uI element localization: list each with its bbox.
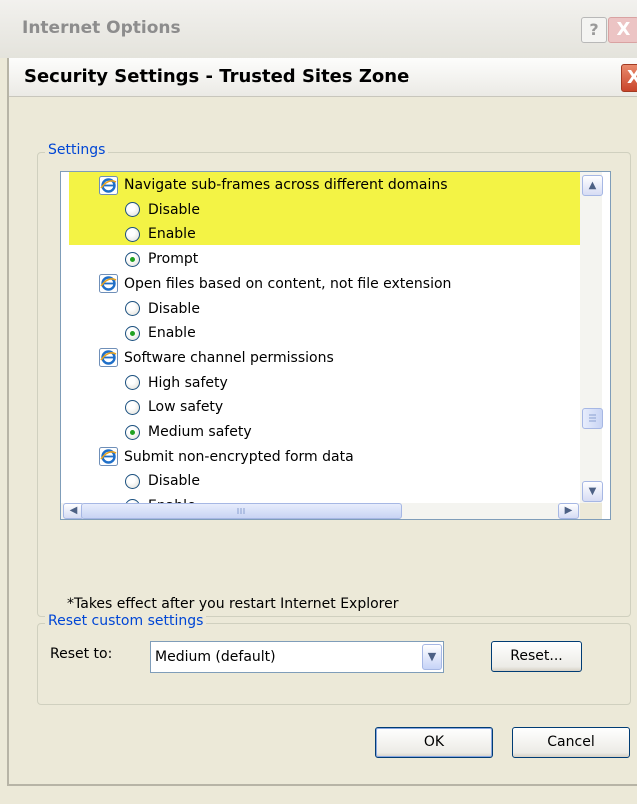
setting-option-label: Disable [148,201,200,218]
setting-category-label: Submit non-encrypted form data [124,448,354,465]
setting-category-label: Software channel permissions [124,349,334,366]
horizontal-scrollbar[interactable]: ◀ ▶ [61,503,580,519]
radio-unselected[interactable] [125,202,140,218]
setting-option[interactable]: Enable [125,321,196,345]
radio-unselected[interactable] [125,301,140,316]
setting-option-label: Enable [148,226,196,243]
setting-option[interactable]: Medium safety [125,420,252,444]
setting-option[interactable]: Disable [125,469,200,493]
vertical-scroll-thumb[interactable] [582,408,603,429]
scroll-up-button[interactable]: ▲ [582,175,603,196]
setting-option-label: Prompt [148,251,199,268]
help-button[interactable]: ? [581,17,607,43]
setting-option-label: High safety [148,374,228,391]
reset-level-select[interactable]: Medium (default) ▼ [150,641,444,673]
radio-selected[interactable] [125,325,140,341]
radio-selected[interactable] [125,424,140,440]
dialog-close-button[interactable]: X [621,64,637,92]
setting-option-label: Enable [148,325,196,342]
radio-unselected[interactable] [125,473,140,489]
setting-option[interactable]: Prompt [125,247,198,271]
ie-settings-icon [99,175,118,195]
reset-group-label: Reset custom settings [45,613,207,629]
radio-unselected[interactable] [125,375,140,391]
radio-unselected[interactable] [125,226,140,242]
dialog-titlebar[interactable]: Security Settings - Trusted Sites Zone X [9,58,637,97]
setting-category-label: Navigate sub-frames across different dom… [124,177,448,193]
scroll-corner [580,503,602,519]
setting-option[interactable]: High safety [125,371,228,395]
setting-option-label: Low safety [148,399,224,416]
setting-category-label: Open files based on content, not file ex… [124,275,452,292]
ie-settings-icon [99,274,118,294]
ie-settings-icon [99,348,118,368]
setting-option[interactable]: Enable [125,222,196,246]
settings-list: Navigate sub-frames across different dom… [61,172,580,519]
settings-listbox[interactable]: Navigate sub-frames across different dom… [60,171,611,520]
reset-button[interactable]: Reset... [491,641,582,672]
setting-option-label: Disable [148,473,200,490]
ie-settings-icon [99,447,118,467]
setting-category: Navigate sub-frames across different dom… [99,173,448,197]
setting-category: Open files based on content, not file ex… [99,272,451,296]
setting-category: Software channel permissions [99,346,334,370]
horizontal-scroll-thumb[interactable] [81,503,402,519]
internet-options-titlebar: Internet Options ? X [0,0,637,58]
grip-icon [589,414,596,422]
setting-option-label: Medium safety [148,424,252,440]
setting-category: Submit non-encrypted form data [99,445,354,469]
radio-selected[interactable] [125,251,140,267]
setting-option[interactable]: Low safety [125,395,223,419]
settings-group-label: Settings [45,142,109,158]
reset-level-value: Medium (default) [155,649,276,665]
chevron-down-icon[interactable]: ▼ [422,644,442,670]
dialog-title: Security Settings - Trusted Sites Zone [24,66,410,87]
radio-unselected[interactable] [125,399,140,415]
scroll-down-button[interactable]: ▼ [582,481,603,502]
vertical-scrollbar[interactable]: ▲ ▼ [580,172,603,503]
ok-button[interactable]: OK [375,727,493,758]
grip-icon [237,508,245,514]
restart-note: *Takes effect after you restart Internet… [67,596,399,612]
reset-to-label: Reset to: [50,646,113,662]
scroll-right-button[interactable]: ▶ [558,503,579,519]
setting-option[interactable]: Disable [125,297,200,321]
internet-options-close-button[interactable]: X [608,17,637,43]
internet-options-title: Internet Options [22,18,181,38]
setting-option[interactable]: Disable [125,198,200,222]
setting-option-label: Disable [148,300,200,317]
cancel-button[interactable]: Cancel [512,727,630,758]
